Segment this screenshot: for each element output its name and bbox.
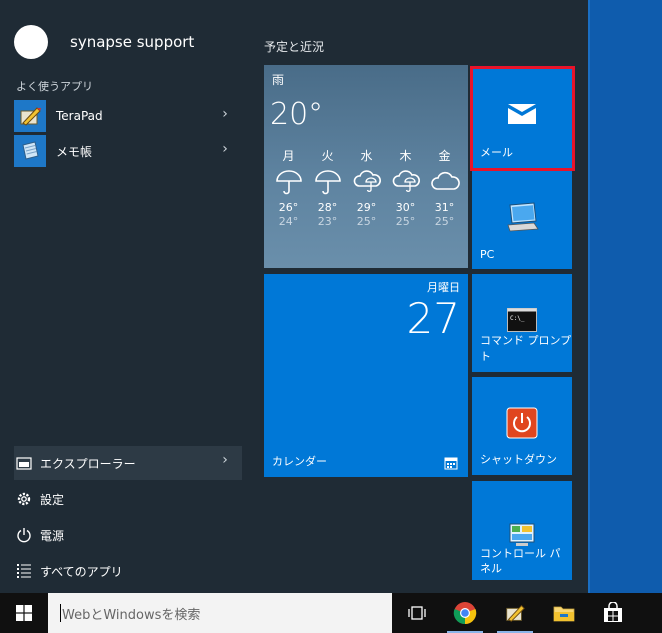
forecast-high: 30°	[395, 201, 416, 214]
umbrella-icon	[269, 165, 308, 199]
folder-icon	[14, 453, 34, 473]
mail-icon	[504, 96, 540, 132]
chevron-right-icon[interactable]: ›	[218, 453, 232, 467]
user-account[interactable]: synapse support	[14, 24, 194, 60]
control-panel-tile[interactable]: コントロール パネル	[472, 481, 572, 580]
power-label: 電源	[40, 528, 65, 543]
avatar	[14, 25, 48, 59]
weather-temperature: 20°	[270, 97, 324, 132]
forecast-day-name: 水	[360, 149, 373, 163]
calendar-tile[interactable]: 月曜日 27 カレンダー	[264, 274, 468, 477]
forecast-low: 25°	[395, 215, 416, 228]
calendar-day-number: 27	[406, 294, 460, 343]
weather-forecast: 月 26° 24° 火 28° 23° 水 29° 25° 木 30° 25° …	[269, 147, 465, 228]
search-placeholder: WebとWindowsを検索	[62, 607, 201, 623]
rain-cloud-icon	[386, 165, 425, 199]
forecast-low: 24°	[278, 215, 299, 228]
forecast-day-name: 木	[399, 149, 412, 163]
forecast-low: 25°	[356, 215, 377, 228]
taskbar: WebとWindowsを検索	[0, 593, 662, 633]
chevron-right-icon[interactable]: ›	[218, 107, 232, 121]
forecast-high: 28°	[317, 201, 338, 214]
user-name: synapse support	[70, 33, 195, 51]
cloud-icon	[425, 165, 464, 199]
forecast-day-name: 金	[438, 149, 451, 163]
forecast-day: 月 26° 24°	[269, 147, 308, 228]
weather-condition: 雨	[272, 73, 285, 87]
chrome-icon	[453, 602, 477, 625]
shutdown-tile[interactable]: シャットダウン	[472, 377, 572, 475]
all-apps-item[interactable]: すべてのアプリ	[14, 554, 242, 588]
task-view-button[interactable]	[393, 593, 441, 633]
terapad-icon	[506, 604, 525, 622]
forecast-day-name: 月	[282, 149, 295, 163]
frequent-apps-heading: よく使うアプリ	[16, 80, 93, 93]
forecast-high: 26°	[278, 201, 299, 214]
forecast-high: 29°	[356, 201, 377, 214]
mail-label: メール	[480, 146, 513, 159]
app-label: TeraPad	[56, 109, 103, 123]
calendar-weekday: 月曜日	[427, 281, 460, 294]
control-panel-label: コントロール パネル	[480, 547, 561, 575]
gear-icon	[14, 489, 34, 509]
forecast-day: 水 29° 25°	[347, 147, 386, 228]
forecast-day: 火 28° 23°	[308, 147, 347, 228]
windows-logo-icon	[16, 605, 32, 621]
app-label: メモ帳	[56, 144, 93, 159]
pc-label: PC	[480, 248, 495, 261]
explorer-item[interactable]: エクスプローラー ›	[14, 446, 242, 480]
all-apps-label: すべてのアプリ	[40, 564, 123, 579]
text-cursor	[60, 604, 61, 622]
shutdown-label: シャットダウン	[480, 453, 557, 466]
app-item-terapad[interactable]: TeraPad ›	[14, 100, 242, 132]
task-view-icon	[408, 606, 426, 620]
calendar-label: カレンダー	[272, 455, 327, 468]
store-taskbar-button[interactable]	[589, 593, 637, 633]
command-prompt-tile[interactable]: C:\_ コマンド プロンプト	[472, 274, 572, 372]
mail-tile[interactable]: メール	[472, 68, 572, 168]
forecast-day-name: 火	[321, 149, 334, 163]
folder-icon	[553, 606, 575, 622]
power-icon	[14, 525, 34, 545]
power-item[interactable]: 電源	[14, 518, 242, 552]
svg-text:C:\_: C:\_	[510, 315, 525, 322]
shutdown-icon	[504, 405, 540, 441]
forecast-high: 31°	[434, 201, 455, 214]
settings-item[interactable]: 設定	[14, 482, 242, 516]
settings-label: 設定	[40, 492, 65, 507]
start-menu: synapse support よく使うアプリ TeraPad › メモ帳 › …	[0, 0, 588, 593]
terapad-icon	[14, 100, 46, 132]
desktop-background	[590, 0, 662, 593]
list-icon	[14, 561, 34, 581]
forecast-day: 金 31° 25°	[425, 147, 464, 228]
forecast-low: 25°	[434, 215, 455, 228]
app-item-notepad[interactable]: メモ帳 ›	[14, 135, 242, 167]
chrome-taskbar-button[interactable]	[441, 593, 489, 633]
calendar-badge-icon	[444, 455, 458, 470]
computer-icon	[504, 199, 540, 235]
file-explorer-taskbar-button[interactable]	[540, 593, 588, 633]
explorer-label: エクスプローラー	[40, 456, 136, 471]
weather-tile[interactable]: 雨 20° 月 26° 24° 火 28° 23° 水 29° 25° 木 30…	[264, 65, 468, 268]
tile-group-title: 予定と近況	[264, 40, 325, 54]
terapad-taskbar-button[interactable]	[491, 593, 539, 633]
start-left-pane: synapse support よく使うアプリ TeraPad › メモ帳 › …	[0, 0, 250, 593]
notepad-icon	[14, 135, 46, 167]
pc-tile[interactable]: PC	[472, 171, 572, 269]
forecast-day: 木 30° 25°	[386, 147, 425, 228]
forecast-low: 23°	[317, 215, 338, 228]
search-box[interactable]: WebとWindowsを検索	[48, 593, 392, 633]
chevron-right-icon[interactable]: ›	[218, 142, 232, 156]
start-button[interactable]	[0, 593, 48, 633]
umbrella-icon	[308, 165, 347, 199]
store-bag-icon	[604, 602, 622, 622]
command-prompt-label: コマンド プロンプト	[480, 334, 572, 363]
rain-cloud-icon	[347, 165, 386, 199]
